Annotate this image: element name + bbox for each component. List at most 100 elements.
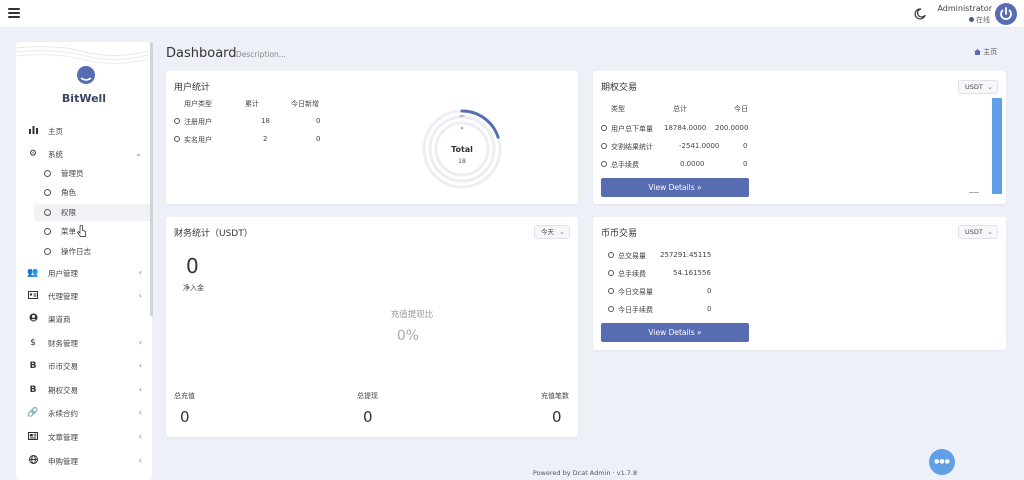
circle-icon: [601, 143, 607, 149]
sidebar-item-spot-trading[interactable]: B 币币交易 ‹: [20, 357, 148, 375]
chevron-down-icon: ⌄: [559, 228, 565, 236]
net-deposit-value: 0: [186, 254, 199, 278]
period-select[interactable]: 今天 ⌄: [534, 225, 570, 239]
bar-chart-icon: [26, 125, 40, 137]
link-icon: 🔗: [27, 408, 39, 418]
sidebar-item-agents[interactable]: 代理管理 ‹: [20, 287, 148, 305]
sidebar-subitem-permission[interactable]: 权限: [34, 204, 152, 221]
sidebar-subitem-label: 操作日志: [61, 247, 91, 256]
sidebar-item-label: 系统: [48, 149, 63, 159]
circle-icon: [174, 136, 180, 142]
newspaper-icon: [26, 431, 40, 443]
bitcoin-icon: B: [29, 361, 37, 371]
sidebar-item-system[interactable]: ⚙ 系统 ⌄: [20, 145, 148, 163]
chevron-down-icon: ⌄: [987, 83, 993, 91]
sidebar-item-label: 期权交易: [48, 385, 78, 395]
table-cell: 18: [261, 117, 270, 125]
sidebar-item-users[interactable]: 👥 用户管理 ‹: [20, 264, 148, 282]
sidebar-subitem-label: 角色: [61, 188, 76, 197]
avatar[interactable]: [995, 3, 1017, 25]
menu-toggle-icon[interactable]: [8, 6, 20, 18]
sidebar-scrollbar[interactable]: [150, 42, 153, 316]
table-cell: 0: [743, 142, 748, 150]
sidebar-item-home[interactable]: 主页: [20, 122, 148, 140]
sidebar-item-label: 渠道商: [48, 314, 71, 324]
ratio-value: 0%: [396, 328, 420, 344]
gear-icon: ⚙: [28, 149, 38, 159]
sidebar-item-label: 币币交易: [48, 361, 78, 371]
card-title: 币币交易: [601, 229, 638, 239]
chevron-down-icon: ⌄: [987, 228, 993, 236]
currency-select[interactable]: USDT ⌄: [958, 80, 998, 94]
sidebar-subitem-operation-log[interactable]: 操作日志: [40, 243, 152, 260]
sidebar-subitem-admin[interactable]: 管理员: [40, 165, 152, 182]
total-withdraw-label: 总提现: [357, 392, 378, 400]
power-icon: [1000, 7, 1012, 20]
total-withdraw-value: 0: [363, 408, 373, 426]
sidebar-item-channels[interactable]: 渠道商: [20, 310, 148, 328]
breadcrumb[interactable]: 主页: [974, 47, 997, 57]
recharge-count-label: 充值笔数: [541, 392, 569, 400]
chevron-left-icon: ‹: [138, 361, 142, 370]
circle-icon: [174, 118, 180, 124]
sidebar-item-options-trading[interactable]: B 期权交易 ‹: [20, 381, 148, 399]
metric-label: 今日交易量: [618, 288, 653, 296]
donut-value: 18: [458, 158, 466, 165]
table-cell: -2541.0000: [679, 142, 720, 150]
floating-action-button[interactable]: ●●●: [929, 449, 955, 475]
mini-bar-chart-baseline: [969, 192, 979, 193]
sidebar-item-label: 申购管理: [48, 456, 78, 466]
hand-cursor-icon: [77, 225, 86, 237]
card-title: 期权交易: [601, 83, 638, 93]
sidebar-subitem-label: 权限: [61, 208, 76, 217]
table-cell: 0: [316, 117, 321, 125]
table-header: 用户类型: [184, 100, 212, 108]
chevron-left-icon: ‹: [138, 432, 142, 441]
sidebar-item-label: 财务管理: [48, 338, 78, 348]
top-navbar: Administrator 在线: [0, 0, 1024, 28]
sidebar-item-articles[interactable]: 文章管理 ‹: [20, 428, 148, 446]
donut-label: Total: [451, 145, 473, 154]
metric-label: 总手续费: [618, 270, 646, 278]
user-status: 在线: [900, 15, 990, 25]
chevron-down-icon: ⌄: [135, 149, 142, 158]
users-icon: 👥: [27, 268, 39, 278]
sidebar-subitem-role[interactable]: 角色: [40, 184, 152, 201]
card-title: 财务统计（USDT）: [174, 229, 253, 239]
chevron-left-icon: ‹: [138, 291, 142, 300]
view-details-button[interactable]: View Details »: [601, 178, 749, 197]
table-header: 今日: [734, 105, 748, 113]
table-cell: 18784.0000: [664, 124, 707, 132]
table-cell: 2: [263, 135, 268, 143]
recharge-count-value: 0: [552, 408, 562, 426]
table-cell: 交割结果统计: [611, 143, 653, 151]
circle-icon: [608, 270, 614, 276]
brand-logo-icon: [77, 66, 95, 84]
table-cell: 0: [316, 135, 321, 143]
net-deposit-label: 净入金: [183, 284, 204, 292]
sidebar-subitem-menu[interactable]: 菜单: [40, 223, 152, 240]
sidebar-item-perpetual[interactable]: 🔗 永续合约 ‹: [20, 404, 148, 422]
sidebar-item-label: 代理管理: [48, 291, 78, 301]
sidebar: BitWell 主页 ⚙ 系统 ⌄ 管理员 角色 权限 菜单 操作日志 👥 用户…: [16, 42, 152, 480]
user-name[interactable]: Administrator: [900, 4, 992, 13]
table-header: 类型: [611, 105, 625, 113]
home-icon: [974, 49, 981, 55]
dollar-icon: $: [30, 338, 36, 348]
page-title: Dashboard: [166, 46, 237, 61]
sidebar-item-subscription[interactable]: 申购管理 ‹: [20, 452, 148, 470]
currency-select[interactable]: USDT ⌄: [958, 225, 998, 239]
chevron-left-icon: ‹: [138, 385, 142, 394]
bitcoin-icon: B: [29, 385, 37, 395]
card-title: 用户统计: [174, 83, 211, 93]
chevron-left-icon: ‹: [138, 338, 142, 347]
select-value: USDT: [965, 228, 983, 236]
table-header: 总计: [673, 105, 687, 113]
total-recharge-value: 0: [180, 408, 190, 426]
sidebar-item-finance[interactable]: $ 财务管理 ‹: [20, 334, 148, 352]
metric-label: 总交易量: [618, 252, 646, 260]
view-details-button[interactable]: View Details »: [601, 323, 749, 342]
brand-name[interactable]: BitWell: [16, 92, 152, 105]
table-header: 今日新增: [291, 100, 319, 108]
chevron-left-icon: ‹: [138, 268, 142, 277]
